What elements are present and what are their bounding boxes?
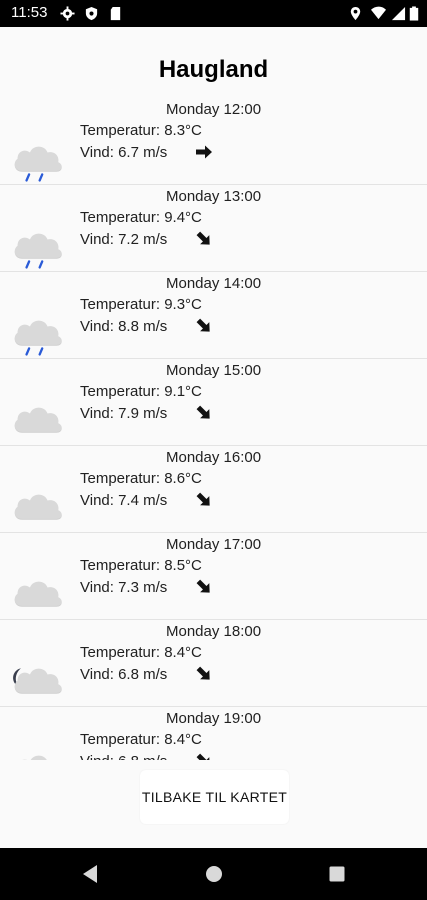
- forecast-wind: Vind: 6.8 m/s: [80, 666, 168, 683]
- status-time: 11:53: [11, 4, 48, 21]
- forecast-list[interactable]: Monday 12:00 Temperatur: 8.3°C Vind: 6.7 m…: [0, 98, 427, 760]
- cloud-rain-icon: [14, 233, 62, 269]
- forecast-temperature: Temperatur: 9.1°C: [80, 383, 202, 400]
- forecast-wind: Vind: 7.9 m/s: [80, 405, 168, 422]
- wind-direction-arrow-icon: [196, 753, 210, 760]
- forecast-temperature: Temperatur: 9.3°C: [80, 296, 202, 313]
- forecast-temperature: Temperatur: 9.4°C: [80, 209, 202, 226]
- forecast-row: Monday 18:00 Temperatur: 8.4°C Vind: 6.8 m…: [0, 620, 427, 707]
- forecast-time: Monday 19:00: [166, 710, 262, 727]
- wind-direction-arrow-icon: [196, 492, 210, 506]
- cloud-rain-icon: [14, 146, 62, 182]
- forecast-time: Monday 18:00: [166, 623, 262, 640]
- gear-icon: [60, 6, 75, 21]
- forecast-wind: Vind: 6.7 m/s: [80, 144, 168, 161]
- cloud-icon: [14, 407, 62, 433]
- forecast-time: Monday 15:00: [166, 362, 262, 379]
- cloud-icon: [14, 494, 62, 520]
- forecast-temperature: Temperatur: 8.3°C: [80, 122, 202, 139]
- home-icon[interactable]: [205, 865, 223, 883]
- location-icon: [350, 6, 361, 21]
- forecast-temperature: Temperatur: 8.4°C: [80, 644, 202, 661]
- recents-icon[interactable]: [329, 866, 345, 882]
- navigation-bar: [0, 848, 427, 900]
- wind-direction-arrow-icon: [196, 318, 210, 332]
- wind-direction-arrow-icon: [196, 579, 210, 593]
- forecast-time: Monday 12:00: [166, 101, 262, 118]
- sd-card-icon: [110, 6, 121, 21]
- forecast-time: Monday 13:00: [166, 188, 262, 205]
- forecast-wind: Vind: 8.8 m/s: [80, 318, 168, 335]
- wind-direction-arrow-icon: [196, 405, 210, 419]
- forecast-row: Monday 19:00 Temperatur: 8.4°C Vind: 6.8 m…: [0, 707, 427, 760]
- forecast-time: Monday 17:00: [166, 536, 262, 553]
- wind-direction-arrow-icon: [196, 666, 210, 680]
- forecast-time: Monday 16:00: [166, 449, 262, 466]
- forecast-row: Monday 17:00 Temperatur: 8.5°C Vind: 7.3 m…: [0, 533, 427, 620]
- status-bar: 11:53: [0, 0, 427, 27]
- forecast-row: Monday 13:00 Temperatur: 9.4°C Vind: 7.2 m…: [0, 185, 427, 272]
- wind-direction-arrow-icon: [196, 145, 212, 159]
- forecast-row: Monday 12:00 Temperatur: 8.3°C Vind: 6.7 m…: [0, 98, 427, 185]
- battery-icon: [409, 6, 419, 21]
- forecast-row: Monday 16:00 Temperatur: 8.6°C Vind: 7.4 m…: [0, 446, 427, 533]
- wind-direction-arrow-icon: [196, 231, 210, 245]
- forecast-row: Monday 14:00 Temperatur: 9.3°C Vind: 8.8 m…: [0, 272, 427, 359]
- cloud-icon: [14, 581, 62, 607]
- forecast-wind: Vind: 6.8 m/s: [80, 753, 167, 760]
- page-title: Haugland: [158, 56, 269, 83]
- signal-icon: [391, 6, 406, 21]
- back-to-map-button[interactable]: TILBAKE TIL KARTET: [140, 770, 289, 824]
- back-icon[interactable]: [81, 864, 99, 884]
- cloud-rain-icon: [14, 320, 62, 356]
- wifi-icon: [371, 6, 386, 20]
- moon-cloud-icon: [13, 668, 62, 694]
- forecast-wind: Vind: 7.4 m/s: [80, 492, 168, 509]
- forecast-row: Monday 15:00 Temperatur: 9.1°C Vind: 7.9 m…: [0, 359, 427, 446]
- forecast-temperature: Temperatur: 8.4°C: [80, 731, 202, 748]
- forecast-time: Monday 14:00: [166, 275, 262, 292]
- forecast-wind: Vind: 7.3 m/s: [80, 579, 168, 596]
- shield-icon: [85, 6, 98, 21]
- forecast-temperature: Temperatur: 8.6°C: [80, 470, 202, 487]
- cloud-icon: [22, 755, 47, 760]
- forecast-wind: Vind: 7.2 m/s: [80, 231, 168, 248]
- forecast-temperature: Temperatur: 8.5°C: [80, 557, 202, 574]
